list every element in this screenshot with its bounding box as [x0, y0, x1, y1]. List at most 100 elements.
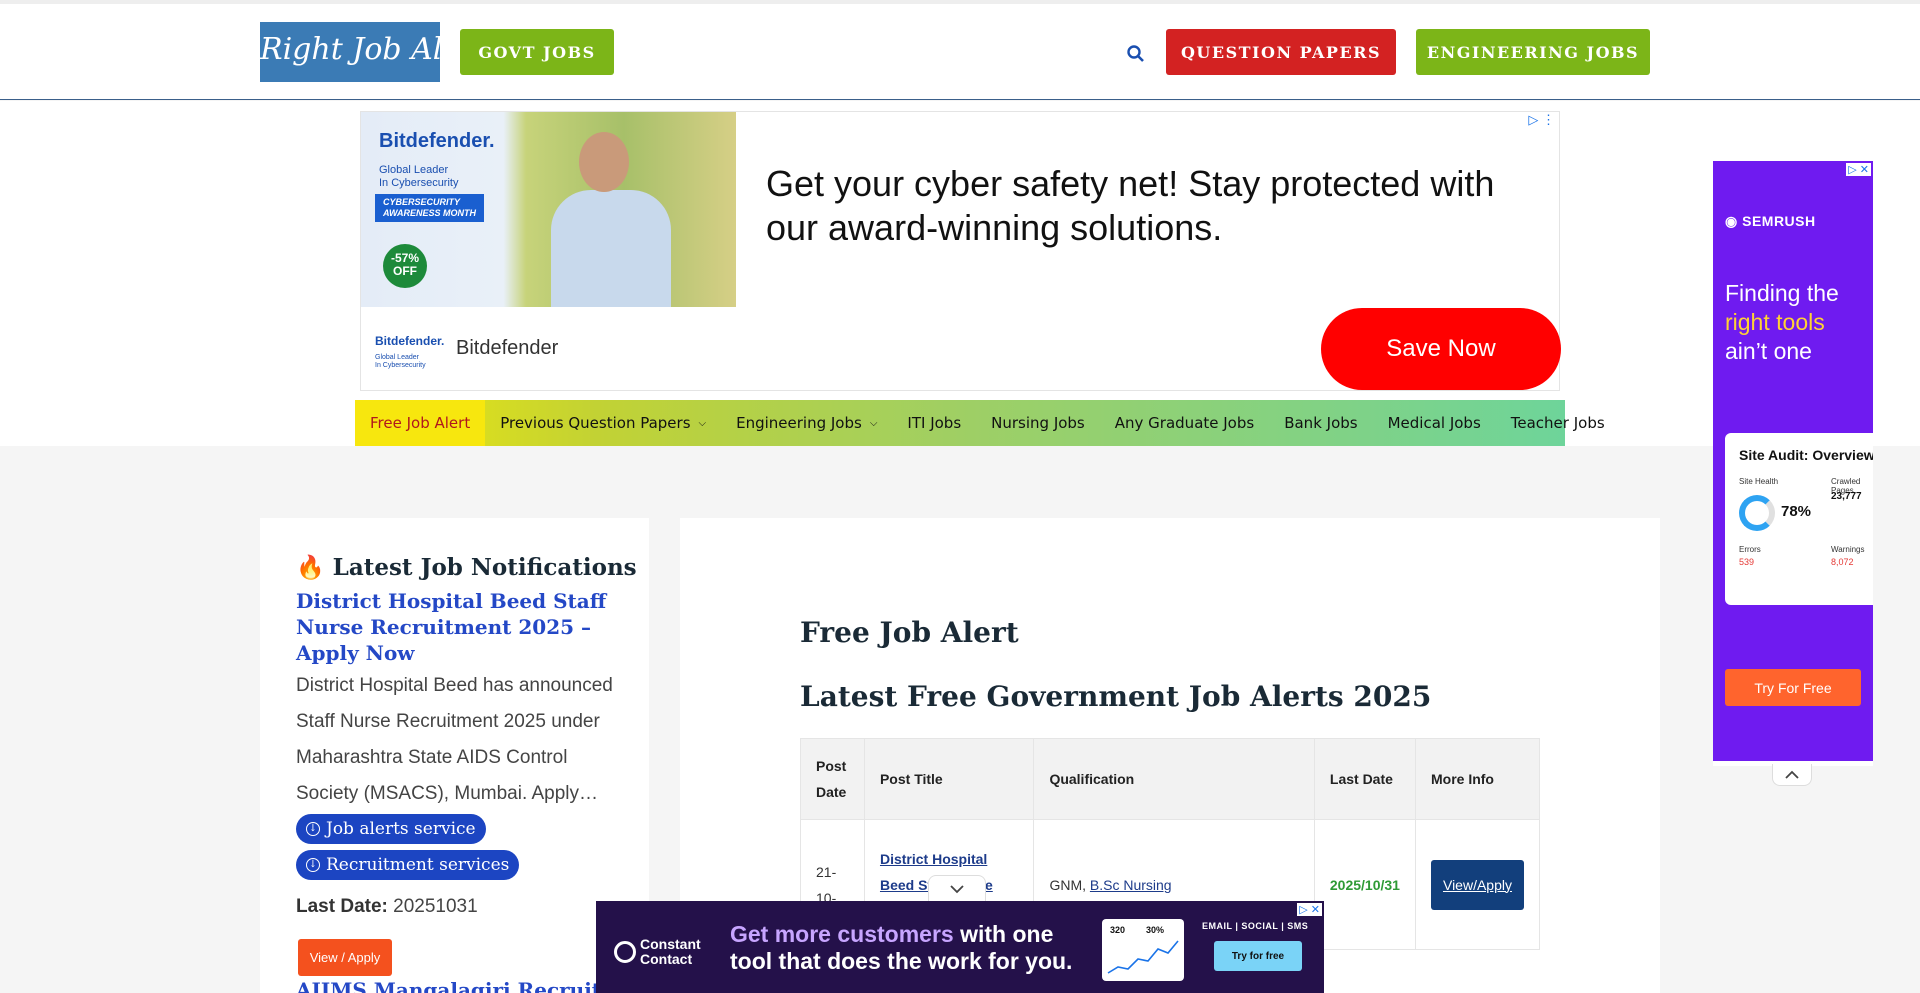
save-now-button[interactable]: Save Now	[1321, 308, 1561, 390]
ad-headline-line: right tools	[1725, 309, 1825, 335]
ad-person-head	[579, 132, 629, 192]
col-more-info: More Info	[1414, 738, 1541, 820]
health-donut	[1739, 495, 1775, 531]
nav-label: Medical Jobs	[1387, 414, 1481, 432]
ad-person	[551, 190, 671, 307]
fire-icon: 🔥	[296, 554, 325, 581]
job-alerts-service-pill[interactable]: ↓ Job alerts service	[296, 814, 486, 844]
ad-headline-line2: tool that does the work for you.	[730, 948, 1073, 974]
adchoices-icon[interactable]: ▷ ⋮	[1528, 112, 1555, 128]
ad-discount: -57% OFF	[383, 244, 427, 288]
chevron-down-icon[interactable]	[928, 875, 986, 901]
errors-label: Errors	[1739, 545, 1761, 554]
site-health-label: Site Health	[1739, 477, 1779, 486]
nav-label: Any Graduate Jobs	[1114, 414, 1255, 432]
qualification-link[interactable]: B.Sc Nursing	[1090, 877, 1172, 893]
warnings-label: Warnings	[1831, 545, 1865, 554]
page-title: Free Job Alert	[800, 616, 1019, 649]
top-banner-ad[interactable]: Bitdefender. Global Leader In Cybersecur…	[360, 111, 1561, 391]
col-last-date: Last Date	[1313, 738, 1416, 820]
ad-small-logo: Bitdefender.	[375, 334, 445, 348]
last-date-value: 20251031	[393, 896, 478, 917]
ad-brand-sub: Global Leader In Cybersecurity	[379, 164, 459, 189]
site-health-value: 78%	[1781, 503, 1812, 520]
nav-previous-question-papers[interactable]: Previous Question Papers ⌵	[485, 400, 721, 446]
chevron-down-icon: ⌵	[869, 417, 878, 429]
ad-headline: Get more customers with one tool that do…	[730, 921, 1072, 975]
sidebar-title-text: Latest Job Notifications	[332, 554, 637, 581]
ad-headline-line: ain’t one	[1725, 338, 1812, 364]
col-post-title: Post Title	[863, 738, 1035, 820]
latest-jobs-sidebar: 🔥 Latest Job Notifications District Hosp…	[260, 518, 659, 993]
nav-bank-jobs[interactable]: Bank Jobs	[1269, 400, 1372, 446]
ad-headline-highlight: Get more customers	[730, 921, 954, 947]
adchoices-icon[interactable]: ▷ ✕	[1846, 163, 1871, 176]
nav-medical-jobs[interactable]: Medical Jobs	[1373, 400, 1496, 446]
nav-label: Free Job Alert	[370, 414, 471, 432]
table-header-row: Post Date Post Title Qualification Last …	[800, 738, 1541, 820]
nav-label: Bank Jobs	[1284, 414, 1358, 432]
ad-small-logo-sub: Global Leader In Cybersecurity	[375, 354, 426, 369]
nav-engineering-jobs[interactable]: Engineering Jobs ⌵	[721, 400, 892, 446]
nav-teacher-jobs[interactable]: Teacher Jobs	[1496, 400, 1620, 446]
ad-image: Bitdefender. Global Leader In Cybersecur…	[361, 112, 736, 307]
warnings-value: 8,072	[1831, 557, 1854, 567]
pill-label: Job alerts service	[326, 819, 476, 839]
nav-label: Engineering Jobs	[736, 414, 862, 432]
chart-line	[1107, 940, 1179, 974]
site-logo[interactable]: Right Job Alert	[260, 22, 440, 82]
ad-brand: SEMRUSH	[1742, 213, 1816, 229]
question-papers-button[interactable]: QUESTION PAPERS	[1166, 29, 1396, 75]
site-audit-card: Site Audit: Overview Site Health 78% Cra…	[1725, 433, 1873, 605]
constant-contact-logo: Constant Contact	[614, 937, 701, 967]
arrow-circle-icon: ↓	[306, 822, 320, 836]
cell-last-date: 2025/10/31	[1313, 819, 1416, 950]
logo-text: Right Job Alert	[260, 32, 440, 67]
nav-any-graduate-jobs[interactable]: Any Graduate Jobs	[1100, 400, 1269, 446]
ad-brand: Constant Contact	[640, 936, 701, 967]
pill-label: Recruitment services	[326, 855, 510, 875]
sidebar-last-date: Last Date: 20251031	[296, 896, 478, 918]
ad-headline[interactable]: Get your cyber safety net! Stay protecte…	[766, 162, 1526, 250]
col-qualification: Qualification	[1033, 738, 1315, 820]
bottom-sticky-ad[interactable]: Constant Contact Get more customers with…	[596, 901, 1324, 993]
cell-more-info: View/Apply	[1414, 819, 1541, 950]
qualification-text: GNM,	[1049, 876, 1090, 893]
nav-free-job-alert[interactable]: Free Job Alert	[355, 400, 486, 446]
adchoices-icon[interactable]: ▷ ✕	[1297, 903, 1322, 916]
try-for-free-button[interactable]: Try For Free	[1725, 669, 1861, 706]
nav-nursing-jobs[interactable]: Nursing Jobs	[976, 400, 1100, 446]
ad-mini-chart: 320 30%	[1102, 919, 1184, 981]
constant-contact-icon	[614, 941, 636, 963]
section-title: Latest Free Government Job Alerts 2025	[800, 680, 1432, 713]
chevron-up-icon[interactable]	[1772, 764, 1812, 786]
govt-jobs-button[interactable]: GOVT JOBS	[460, 29, 614, 75]
ad-headline-line: Finding the	[1725, 280, 1839, 306]
view-apply-table-button[interactable]: View/Apply	[1430, 859, 1524, 910]
engineering-jobs-button[interactable]: ENGINEERING JOBS	[1416, 29, 1650, 75]
ad-channels: EMAIL | SOCIAL | SMS	[1202, 921, 1309, 931]
semrush-logo: ◉ SEMRUSH	[1725, 213, 1816, 230]
chevron-down-icon: ⌵	[698, 417, 707, 429]
sidebar-job-link[interactable]: District Hospital Beed Staff Nurse Recru…	[296, 588, 626, 666]
site-header: Right Job Alert GOVT JOBS QUESTION PAPER…	[0, 4, 1920, 100]
recruitment-services-pill[interactable]: ↓ Recruitment services	[296, 850, 520, 880]
sidebar-job-desc: District Hospital Beed has announced Sta…	[296, 675, 613, 804]
search-icon[interactable]	[1126, 44, 1146, 64]
nav-label: Previous Question Papers	[500, 414, 691, 432]
right-sidebar-ad[interactable]: ◉ SEMRUSH Finding the right tools ain’t …	[1713, 161, 1873, 761]
ad-badge: CYBERSECURITY AWARENESS MONTH	[375, 194, 485, 222]
ad-brand: Bitdefender.	[379, 130, 495, 152]
view-apply-button[interactable]: View / Apply	[298, 939, 392, 976]
col-post-date: Post Date	[800, 738, 865, 820]
nav-iti-jobs[interactable]: ITI Jobs	[892, 400, 976, 446]
nav-label: Nursing Jobs	[991, 414, 1085, 432]
ad-advertiser[interactable]: Bitdefender	[456, 337, 558, 360]
ad-headline: Finding the right tools ain’t one	[1725, 279, 1839, 366]
ad-headline-text: with one	[953, 921, 1054, 947]
crawled-value: 23,777	[1831, 491, 1862, 502]
nav-label: ITI Jobs	[907, 414, 962, 432]
arrow-circle-icon: ↓	[306, 858, 320, 872]
try-for-free-ad-button[interactable]: Try for free	[1214, 941, 1302, 971]
card-title: Site Audit: Overview	[1739, 447, 1873, 463]
